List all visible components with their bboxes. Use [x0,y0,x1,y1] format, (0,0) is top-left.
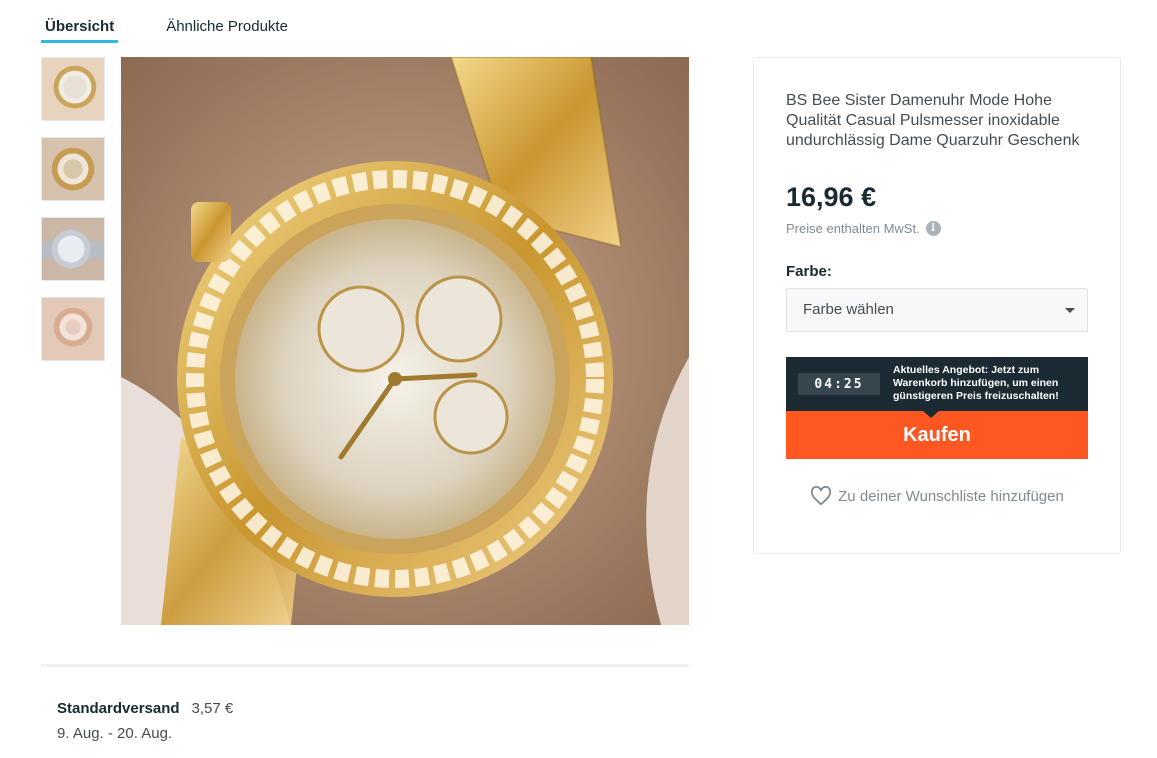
thumbnail-1[interactable] [41,57,105,121]
shipping-dates: 9. Aug. - 20. Aug. [57,725,173,742]
color-label: Farbe: [786,263,832,280]
add-to-wishlist-link[interactable]: Zu deiner Wunschliste hinzufügen [754,486,1120,506]
section-divider [41,664,689,667]
thumbnail-4[interactable] [41,297,105,361]
vat-note-text: Preise enthalten MwSt. [786,221,920,236]
offer-text: Aktuelles Angebot: Jetzt zum Warenkorb h… [893,364,1059,402]
watch-thumbnail-image [42,218,104,280]
color-select-value: Farbe wählen [803,301,894,318]
tab-overview[interactable]: Übersicht [41,14,119,43]
product-title: BS Bee Sister Damenuhr Mode Hohe Qualitä… [786,92,1080,149]
watch-thumbnail-image [42,138,104,200]
shipping-price: 3,57 € [191,700,234,717]
color-select[interactable]: Farbe wählen [786,288,1088,332]
heart-icon [811,486,832,506]
product-tabs: Übersicht Ähnliche Produkte [41,14,292,44]
offer-pointer [922,410,940,418]
vat-note: Preise enthalten MwSt. i [786,221,941,236]
watch-image [121,57,689,625]
countdown-timer: 04:25 [798,373,880,395]
watch-thumbnail-image [42,298,104,360]
tab-similar-products[interactable]: Ähnliche Produkte [162,14,292,43]
product-price: 16,96 € [786,182,877,212]
info-icon[interactable]: i [925,221,941,236]
thumbnail-list [41,57,105,377]
shipping-info: Standardversand 3,57 € 9. Aug. - 20. Aug… [57,700,233,742]
watch-thumbnail-image [42,58,104,120]
thumbnail-3[interactable] [41,217,105,281]
buy-button[interactable]: Kaufen [786,411,1088,459]
purchase-panel: BS Bee Sister Damenuhr Mode Hohe Qualitä… [753,57,1121,554]
chevron-down-icon [1065,308,1075,313]
shipping-method-label: Standardversand [57,700,180,717]
main-product-image[interactable] [121,57,689,625]
wishlist-label: Zu deiner Wunschliste hinzufügen [838,487,1064,505]
offer-banner: 04:25 Aktuelles Angebot: Jetzt zum Waren… [786,357,1088,418]
thumbnail-2[interactable] [41,137,105,201]
